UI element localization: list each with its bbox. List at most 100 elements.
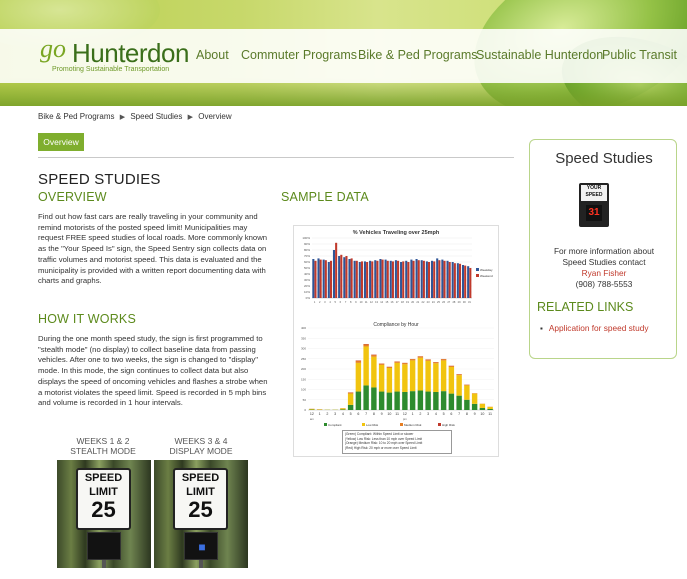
stacked-bar-segment	[471, 403, 478, 410]
x-tick-label: 2	[419, 412, 421, 416]
stacked-bar-segment	[347, 393, 354, 405]
breadcrumb-item[interactable]: Speed Studies	[130, 112, 182, 121]
contact-name-link[interactable]: Ryan Fisher	[530, 268, 678, 279]
legend-label: Low Risk	[366, 423, 379, 427]
x-tick-label: 23	[427, 300, 430, 304]
tab-overview[interactable]: Overview	[38, 133, 84, 151]
stacked-bar-segment	[409, 359, 416, 361]
bar	[446, 260, 449, 298]
stacked-bar-segment	[471, 393, 478, 404]
bar	[369, 260, 372, 298]
x-tick-label: 7	[345, 300, 347, 304]
x-tick-label: 4	[435, 412, 437, 416]
stacked-bar-segment	[355, 360, 362, 363]
sign-number: 25	[91, 497, 116, 522]
y-tick-label: 10%	[304, 290, 310, 294]
application-link[interactable]: Application for speed study	[540, 323, 649, 333]
chevron-right-icon: ▶	[187, 114, 194, 121]
x-tick-label: 10	[480, 412, 484, 416]
stacked-bar-segment	[394, 391, 400, 410]
bar	[335, 242, 338, 298]
x-tick-label: 29	[458, 300, 461, 304]
sidebar-title: Speed Studies	[555, 150, 653, 167]
weeks-label-1: WEEKS 1 & 2	[76, 436, 130, 446]
x-tick-label: 28	[452, 300, 455, 304]
stacked-bar-segment	[371, 387, 377, 410]
bar	[417, 260, 420, 298]
y-tick-label: 70%	[304, 254, 310, 258]
x-tick-label: 8	[466, 412, 468, 416]
bar	[376, 260, 379, 298]
x-tick-label: 11	[365, 300, 368, 304]
x-tick-label: 21	[416, 300, 419, 304]
sign-pole	[102, 560, 106, 568]
nav-about[interactable]: About	[196, 48, 229, 62]
site-logo[interactable]: go Hunterdon Promoting Sustainable Trans…	[40, 34, 190, 78]
legend-swatch	[400, 423, 403, 426]
y-tick-label: 150	[301, 377, 306, 381]
stacked-bar-segment	[417, 357, 424, 391]
stacked-bar-segment	[425, 359, 431, 361]
chart-legend-notes: (Green) Compliant: Within Speed Limit or…	[342, 430, 452, 454]
bar	[353, 260, 356, 298]
x-tick-label: 1	[314, 300, 316, 304]
bar	[314, 260, 317, 298]
stacked-bar-segment	[440, 360, 447, 392]
bar	[438, 260, 441, 298]
stacked-bar-segment	[456, 375, 462, 396]
bar	[461, 265, 465, 298]
bar	[384, 259, 387, 298]
stacked-bar-segment	[386, 366, 393, 368]
sidebar-info-line: Speed Studies contact	[562, 257, 646, 267]
sign-text: SPEED	[181, 472, 220, 484]
bar	[394, 260, 397, 298]
stacked-bar-segment	[402, 391, 408, 410]
stealth-label: WEEKS 1 & 2 STEALTH MODE	[58, 436, 148, 456]
bar	[453, 263, 456, 298]
legend-label: Medium Risk	[404, 423, 422, 427]
x-tick-label: 4	[342, 412, 344, 416]
y-tick-label: 50	[303, 398, 307, 402]
mode-label-1: STEALTH MODE	[70, 446, 136, 456]
x-tick-label: 17	[396, 300, 399, 304]
bar	[436, 258, 439, 298]
legend-swatch	[324, 423, 327, 426]
overview-text: Find out how fast cars are really travel…	[38, 212, 268, 286]
x-tick-label: 19	[406, 300, 409, 304]
stacked-bar-segment	[363, 344, 369, 347]
stacked-bar-segment	[409, 391, 416, 410]
nav-sustainable-hunterdon[interactable]: Sustainable Hunterdon	[476, 48, 603, 62]
sidebar-info-line: For more information about	[553, 246, 655, 256]
stacked-bar-segment	[378, 363, 385, 365]
x-tick-label: 6	[340, 300, 342, 304]
y-tick-label: 100%	[302, 236, 310, 240]
speed-limit-sign: SPEED LIMIT 25	[76, 468, 131, 530]
stacked-bar-segment	[487, 408, 493, 410]
nav-commuter-programs[interactable]: Commuter Programs	[241, 48, 357, 62]
nav-public-transit[interactable]: Public Transit	[602, 48, 677, 62]
x-tick-label: 7	[458, 412, 460, 416]
bar	[317, 258, 320, 298]
y-tick-label: 50%	[304, 266, 310, 270]
legend-swatch	[362, 423, 365, 426]
bar	[458, 263, 462, 298]
bar	[456, 263, 459, 298]
bar	[374, 260, 377, 298]
display-light-icon: ■	[198, 540, 206, 554]
stacked-bar-segment	[479, 407, 486, 410]
breadcrumb-item[interactable]: Bike & Ped Programs	[38, 112, 114, 121]
bar	[379, 259, 382, 298]
breadcrumb-item: Overview	[198, 112, 232, 121]
pm-note: pm	[403, 417, 408, 421]
speed-display-on: ■	[184, 532, 218, 560]
y-tick-label: 0%	[306, 296, 311, 300]
x-tick-label: 9	[381, 412, 383, 416]
stacked-bar-segment	[347, 404, 354, 410]
bar	[448, 262, 451, 298]
stacked-bar-segment	[355, 362, 362, 392]
sign-text: SPEED	[84, 472, 123, 484]
nav-bike-ped-programs[interactable]: Bike & Ped Programs	[358, 48, 478, 62]
bar	[350, 258, 353, 298]
x-tick-label: 10	[360, 300, 363, 304]
bar	[389, 260, 392, 298]
